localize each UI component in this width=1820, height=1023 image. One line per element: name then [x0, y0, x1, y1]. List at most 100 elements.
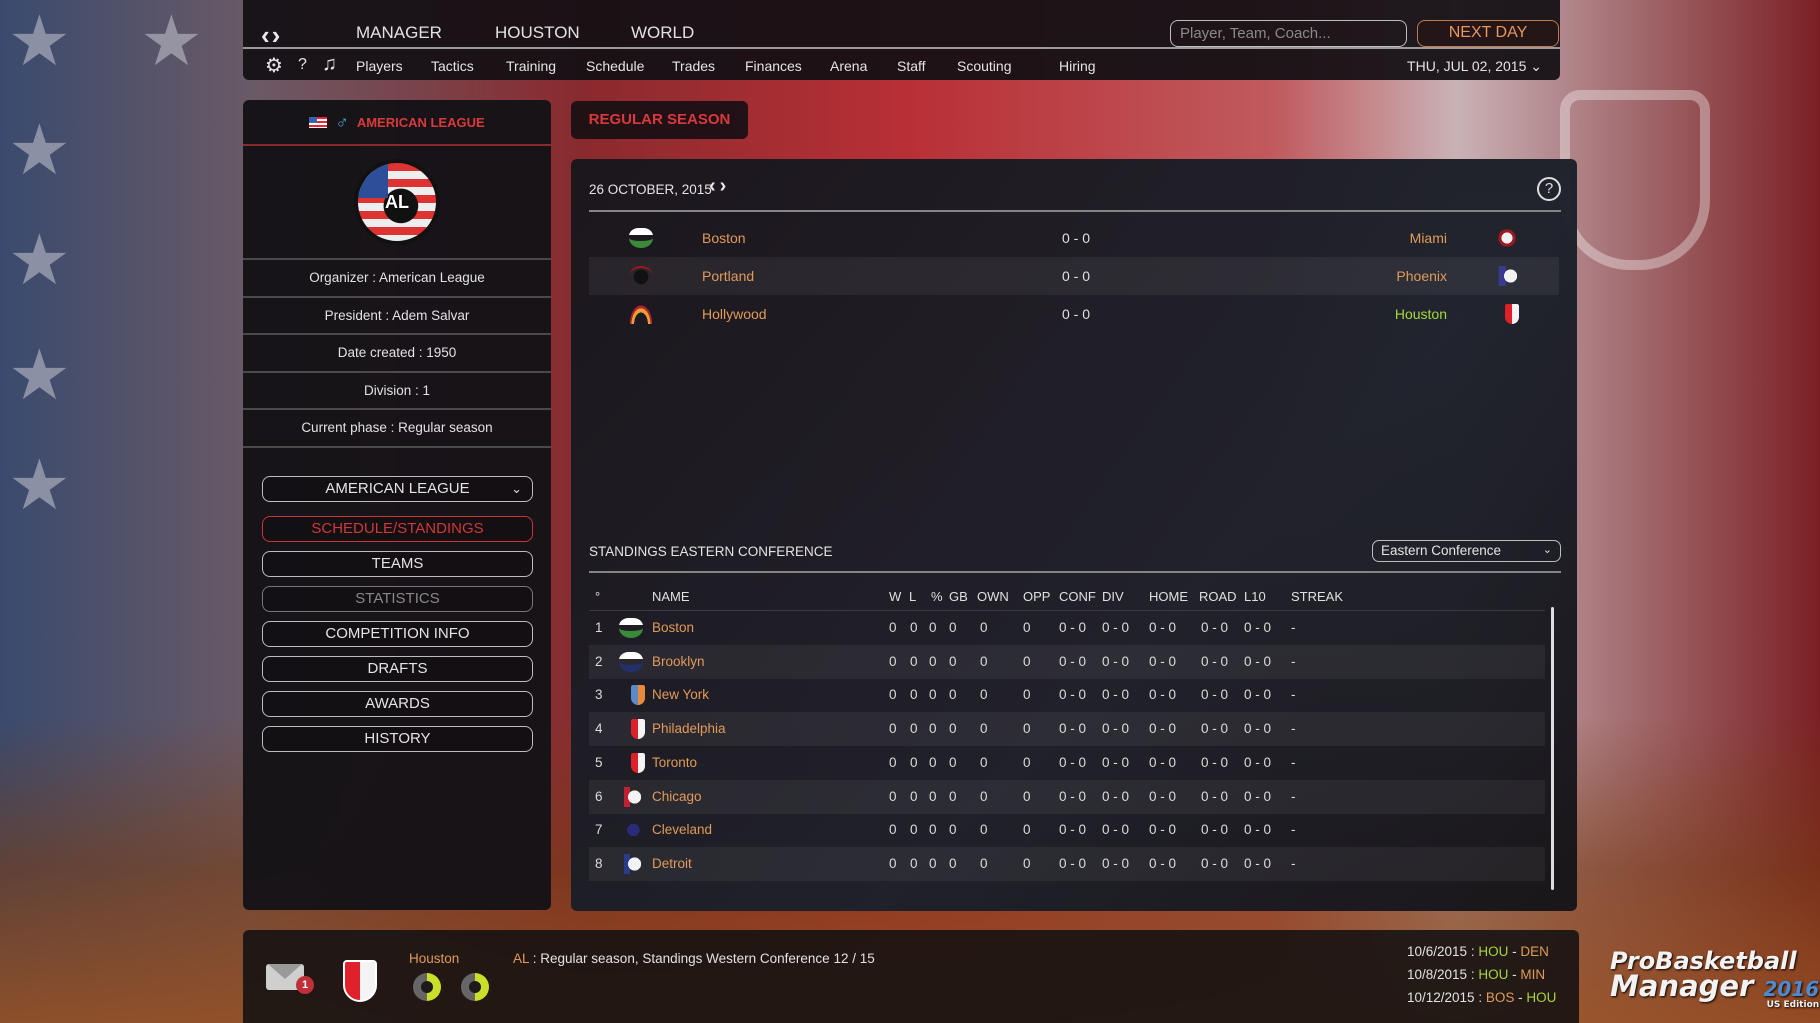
- help-button[interactable]: ?: [1537, 177, 1561, 201]
- column-header--[interactable]: %: [931, 589, 943, 604]
- forward-arrow-icon[interactable]: ›: [272, 20, 283, 50]
- column-header-w[interactable]: W: [889, 589, 901, 604]
- cell-conf: 0 - 0: [1059, 687, 1087, 703]
- previous-day-icon[interactable]: ‹: [709, 175, 720, 197]
- cell-team-name[interactable]: Chicago: [652, 789, 702, 804]
- upcoming-game[interactable]: 10/6/2015 : HOU - DEN: [1407, 944, 1549, 959]
- cell-home: 0 - 0: [1149, 620, 1177, 635]
- column-header-home[interactable]: HOME: [1149, 589, 1188, 604]
- menu-awards[interactable]: AWARDS: [262, 691, 533, 717]
- column-header-road[interactable]: ROAD: [1199, 589, 1237, 604]
- tab-houston[interactable]: HOUSTON: [495, 23, 580, 43]
- cell-l10: 0 - 0: [1244, 822, 1272, 838]
- game-score: 0 - 0: [1062, 306, 1091, 322]
- menu-history[interactable]: HISTORY: [262, 726, 533, 752]
- cell-div: 0 - 0: [1102, 687, 1130, 703]
- league-selector-dropdown[interactable]: AMERICAN LEAGUE ⌄: [262, 476, 533, 502]
- standings-row[interactable]: 2 Brooklyn 0 0 0 0 0 0 0 - 00 - 00 - 00 - 00 - 0…: [589, 644, 1545, 679]
- column-header--[interactable]: °: [595, 589, 600, 604]
- cell-team-name[interactable]: Brooklyn: [652, 654, 705, 669]
- home-team[interactable]: Boston: [702, 230, 746, 246]
- column-header-streak[interactable]: STREAK: [1291, 589, 1343, 604]
- menu-schedule-standings[interactable]: SCHEDULE/STANDINGS: [262, 516, 533, 542]
- tab-manager[interactable]: MANAGER: [356, 23, 442, 43]
- cell-l: 0: [910, 687, 918, 703]
- league-name: AMERICAN LEAGUE: [356, 114, 485, 130]
- away-team[interactable]: Phoenix: [1396, 268, 1447, 284]
- cell-team-name[interactable]: Philadelphia: [652, 721, 726, 736]
- search-input[interactable]: [1170, 20, 1407, 47]
- standings-row[interactable]: 1 Boston 0 0 0 0 0 0 0 - 00 - 00 - 00 - 00 - 0-: [589, 611, 1545, 645]
- subtab-tactics[interactable]: Tactics: [431, 58, 474, 74]
- next-day-icon[interactable]: ›: [720, 175, 731, 197]
- cell-team-name[interactable]: Boston: [652, 620, 694, 635]
- cell-team-name[interactable]: New York: [652, 687, 709, 702]
- column-header-name[interactable]: NAME: [652, 589, 690, 604]
- standings-row[interactable]: 9 Indianapolis 0 0 0 0 0 0 0 - 0 0 - 0 0 - 0 0 - 0 0…: [589, 881, 1545, 892]
- subtab-hiring[interactable]: Hiring: [1059, 58, 1096, 74]
- current-date-dropdown[interactable]: THU, JUL 02, 2015 ⌄: [1407, 58, 1542, 75]
- next-day-button[interactable]: NEXT DAY: [1417, 20, 1559, 47]
- subtab-scouting[interactable]: Scouting: [957, 58, 1011, 74]
- away-team[interactable]: Miami: [1410, 230, 1447, 246]
- column-header-div[interactable]: DIV: [1102, 589, 1124, 604]
- star-icon: ★: [8, 336, 71, 414]
- home-team[interactable]: Hollywood: [702, 306, 767, 322]
- game-row[interactable]: Portland 0 - 0 Phoenix: [589, 257, 1559, 295]
- upcoming-game[interactable]: 10/12/2015 : BOS - HOU: [1407, 990, 1556, 1005]
- team-logo-houston[interactable]: [343, 960, 377, 1002]
- column-header-l[interactable]: L: [909, 589, 916, 604]
- game-brand-logo: ProBasketball Manager 2016 US Edition: [1610, 947, 1820, 1011]
- back-arrow-icon[interactable]: ‹: [261, 20, 272, 50]
- conference-dropdown[interactable]: Eastern Conference ⌄: [1372, 540, 1561, 562]
- cell-l: 0: [910, 822, 918, 838]
- menu-teams[interactable]: TEAMS: [262, 551, 533, 577]
- team-logo-portland: [629, 266, 653, 286]
- game-row[interactable]: Boston 0 - 0 Miami: [589, 219, 1559, 257]
- menu-drafts[interactable]: DRAFTS: [262, 656, 533, 682]
- game-row[interactable]: Hollywood 0 - 0 Houston: [589, 295, 1559, 333]
- standings-row[interactable]: 5 Toronto 0 0 0 0 0 0 0 - 00 - 00 - 00 - 00 - 0-: [589, 746, 1545, 780]
- news-ticker[interactable]: AL : Regular season, Standings Western C…: [513, 951, 875, 966]
- menu-competition-info[interactable]: COMPETITION INFO: [262, 621, 533, 647]
- standings-row[interactable]: 8 Detroit 0 0 0 0 0 0 0 - 00 - 00 - 00 - 00 - 0-: [589, 846, 1545, 881]
- standings-row[interactable]: 6 Chicago 0 0 0 0 0 0 0 - 00 - 00 - 00 - 00 - 0-: [589, 779, 1545, 814]
- subtab-finances[interactable]: Finances: [745, 58, 802, 74]
- home-team[interactable]: Portland: [702, 268, 754, 284]
- upcoming-game[interactable]: 10/8/2015 : HOU - MIN: [1407, 967, 1545, 982]
- column-header-opp[interactable]: OPP: [1023, 589, 1050, 604]
- column-header-conf[interactable]: CONF: [1059, 589, 1096, 604]
- cell-w: 0: [889, 754, 897, 770]
- away-team[interactable]: Houston: [1395, 306, 1447, 322]
- standings-row[interactable]: 3 New York 0 0 0 0 0 0 0 - 00 - 00 - 00 - 00 - 0…: [589, 678, 1545, 712]
- help-icon[interactable]: ?: [298, 56, 307, 74]
- column-header-gb[interactable]: GB: [949, 589, 968, 604]
- column-header-l10[interactable]: L10: [1244, 589, 1266, 604]
- cell-team-name[interactable]: Cleveland: [652, 822, 712, 837]
- cell-rank: 9: [595, 890, 603, 892]
- user-team-name[interactable]: Houston: [409, 951, 459, 966]
- cell-team-name[interactable]: Indianapolis: [652, 890, 724, 892]
- music-icon[interactable]: ♫: [322, 53, 337, 76]
- standings-row[interactable]: 7 Cleveland 0 0 0 0 0 0 0 - 00 - 00 - 00 - 00 - …: [589, 813, 1545, 847]
- subtab-training[interactable]: Training: [506, 58, 556, 74]
- schedule-date: 26 OCTOBER, 2015: [589, 182, 712, 197]
- menu-statistics[interactable]: STATISTICS: [262, 586, 533, 612]
- subtab-trades[interactable]: Trades: [672, 58, 715, 74]
- cell-road: 0 - 0: [1201, 788, 1229, 804]
- cell-team-name[interactable]: Detroit: [652, 856, 692, 871]
- tab-regular-season[interactable]: REGULAR SEASON: [571, 101, 748, 139]
- column-header-own[interactable]: OWN: [977, 589, 1009, 604]
- standings-row[interactable]: 4 Philadelphia 0 0 0 0 0 0 0 - 00 - 00 - 00 - 00…: [589, 712, 1545, 747]
- cell-l: 0: [910, 788, 918, 804]
- cell-team-name[interactable]: Toronto: [652, 755, 697, 770]
- cell-div: 0 - 0: [1102, 653, 1130, 669]
- standings-scrollbar[interactable]: [1551, 607, 1554, 890]
- subtab-staff[interactable]: Staff: [897, 58, 926, 74]
- subtab-schedule[interactable]: Schedule: [586, 58, 644, 74]
- gear-icon[interactable]: ⚙: [265, 53, 283, 78]
- cell-conf: 0 - 0: [1059, 855, 1087, 871]
- subtab-arena[interactable]: Arena: [830, 58, 867, 74]
- tab-world[interactable]: WORLD: [631, 23, 694, 43]
- subtab-players[interactable]: Players: [356, 58, 403, 74]
